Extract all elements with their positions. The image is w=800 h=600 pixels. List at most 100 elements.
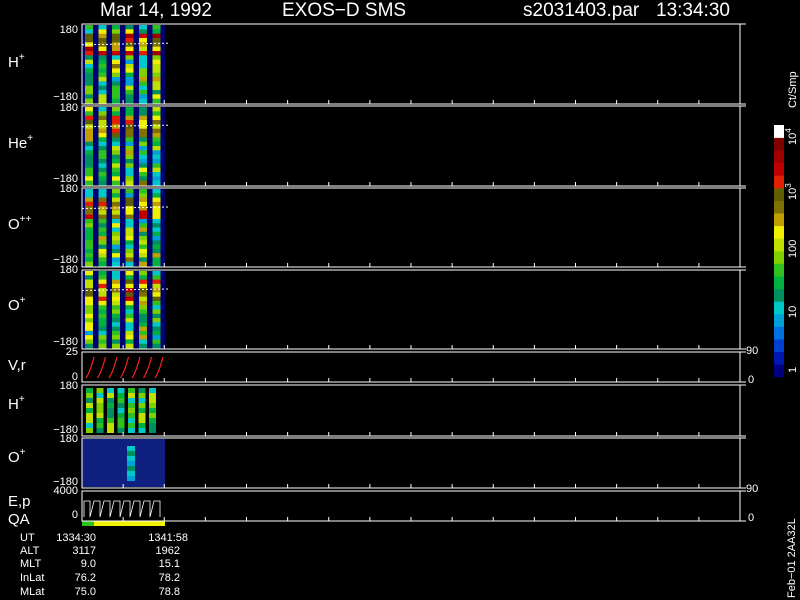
spectrum-cell-4-5-8 xyxy=(152,305,161,310)
spectrum-cell-1-1-8 xyxy=(98,59,107,65)
spectrum-cell-1-1-10 xyxy=(98,68,107,74)
colorbar-swatch-8 xyxy=(774,276,784,290)
spectrum-cell-3-5-9 xyxy=(152,227,161,233)
spectrum-cell-3-0-7 xyxy=(85,218,93,224)
spectrum-cell-4-3-3 xyxy=(125,283,134,289)
o2-cell-5 xyxy=(127,471,135,476)
spectrum-cell-4-3-4 xyxy=(125,288,134,293)
spectrum-cell-1-4-7 xyxy=(139,55,147,61)
spectrum-cell-1-1-3 xyxy=(98,38,107,43)
spectrum-cell-2-0-13 xyxy=(85,163,93,169)
spectrum-cell-3-3-1 xyxy=(125,193,134,199)
panel-label-vr: V,r xyxy=(8,357,26,374)
spectrum-cell-1-4-1 xyxy=(139,29,147,35)
h2-cell-6-8 xyxy=(149,428,156,433)
h2-cell-3-6 xyxy=(117,418,125,423)
spectrum-cell-1-2-10 xyxy=(112,68,120,74)
spectrum-cell-3-4-2 xyxy=(139,197,147,203)
spectrum-cell-3-1-11 xyxy=(98,236,107,241)
spectrum-cell-1-1-2 xyxy=(98,33,107,39)
spectrum-cell-1-4-14 xyxy=(139,85,147,91)
panel-frame-4 xyxy=(81,269,741,350)
spectrum-cell-1-5-15 xyxy=(152,90,161,95)
spectrum-cell-1-3-13 xyxy=(125,81,134,87)
spectrum-cell-4-4-0 xyxy=(139,271,147,276)
spectrum-cell-4-5-0 xyxy=(152,271,161,276)
h2-cell-2-5 xyxy=(107,413,114,418)
colorbar-swatch-2 xyxy=(774,351,784,365)
spectrum-cell-2-5-3 xyxy=(152,120,161,125)
h2-cell-2-4 xyxy=(107,408,114,413)
spectrum-cell-1-4-10 xyxy=(139,68,147,74)
h2-cell-1-3 xyxy=(96,403,104,408)
colorbar-swatch-1 xyxy=(774,364,784,378)
h2-cell-0-7 xyxy=(86,423,93,428)
spectrum-cell-4-1-6 xyxy=(98,296,107,302)
h2-cell-2-2 xyxy=(107,398,114,403)
spectrum-cell-3-1-6 xyxy=(98,214,107,220)
spectrum-cell-2-1-9 xyxy=(98,146,107,151)
spectrum-cell-2-3-14 xyxy=(125,167,134,173)
spectrum-cell-1-4-0 xyxy=(139,25,147,30)
spectrum-cell-2-5-1 xyxy=(152,111,161,117)
colorbar-tick-10: 10 xyxy=(787,306,799,318)
orbit-label-ut: UT xyxy=(20,532,35,544)
spectrum-cell-4-1-8 xyxy=(98,305,107,310)
spectrum-cell-2-3-3 xyxy=(125,120,134,125)
spectrum-cell-3-4-1 xyxy=(139,193,147,199)
spectrum-cell-4-2-7 xyxy=(112,300,120,306)
spectrum-cell-3-4-7 xyxy=(139,218,147,224)
spectrum-cell-3-1-1 xyxy=(98,193,107,199)
h2-cell-4-4 xyxy=(128,408,135,413)
spectrum-cell-3-4-6 xyxy=(139,214,147,220)
h2-cell-5-8 xyxy=(138,428,146,433)
spectrum-cell-2-4-5 xyxy=(139,128,147,134)
spectrum-cell-3-0-0 xyxy=(85,189,93,194)
h2-cell-2-3 xyxy=(107,403,114,408)
spectrum-cell-2-1-5 xyxy=(98,128,107,134)
orbit-inlat-end: 78.2 xyxy=(159,572,180,584)
spectrum-cell-4-0-5 xyxy=(85,292,93,298)
spectrum-cell-1-3-3 xyxy=(125,38,134,43)
spectrum-cell-4-0-10 xyxy=(85,313,93,319)
spectrum-cell-1-4-9 xyxy=(139,64,147,69)
tick-p8-bottom: 0 xyxy=(72,509,78,521)
spectrum-cell-2-1-10 xyxy=(98,150,107,156)
tick-p4-top: 180 xyxy=(60,264,78,276)
plot-instrument: EXOS−D SMS xyxy=(282,0,406,21)
panel-frame-2 xyxy=(81,105,741,187)
h2-cell-0-8 xyxy=(86,428,93,433)
spectrum-cell-2-4-0 xyxy=(139,107,147,112)
spectrum-cell-4-4-16 xyxy=(139,339,147,345)
o2-cell-2 xyxy=(127,456,135,461)
spectrum-cell-3-5-16 xyxy=(152,257,161,263)
spectrum-cell-2-0-17 xyxy=(85,180,93,186)
spectrum-cell-1-5-6 xyxy=(152,51,161,56)
spectrum-cell-4-4-5 xyxy=(139,292,147,298)
spectrum-cell-2-0-8 xyxy=(85,141,93,147)
spectrum-cell-1-2-8 xyxy=(112,59,120,65)
spectrum-cell-4-2-2 xyxy=(112,279,120,285)
spectrum-cell-4-3-5 xyxy=(125,292,134,298)
spectrum-cell-2-4-7 xyxy=(139,137,147,143)
orbit-table: UT ALT MLT InLat MLat 1334:30 3117 9.0 7… xyxy=(20,532,188,598)
spectrum-cell-3-0-12 xyxy=(85,240,93,246)
panel-label-ep: E,p xyxy=(8,493,31,510)
spectrum-cell-3-2-10 xyxy=(112,231,120,237)
spectrum-cell-3-2-0 xyxy=(112,189,120,194)
spectrum-cell-2-3-5 xyxy=(125,128,134,134)
spectrum-cell-1-4-13 xyxy=(139,81,147,87)
spectrum-cell-2-5-10 xyxy=(152,150,161,156)
spectrum-cell-3-5-3 xyxy=(152,201,161,207)
spectrum-cell-3-2-16 xyxy=(112,257,120,263)
spectrum-cell-2-3-15 xyxy=(125,172,134,177)
spectrum-cell-3-2-6 xyxy=(112,214,120,220)
h2-cell-3-7 xyxy=(117,423,125,428)
panel-label-h-plus-2: H+ xyxy=(8,394,25,413)
spectrum-cell-1-0-3 xyxy=(85,38,93,43)
spectrum-cell-1-2-14 xyxy=(112,85,120,91)
spectrum-cell-4-0-0 xyxy=(85,271,93,276)
panel-label-he-plus: He+ xyxy=(8,133,33,152)
h2-cell-4-7 xyxy=(128,423,135,428)
h2-cell-3-3 xyxy=(117,403,125,408)
